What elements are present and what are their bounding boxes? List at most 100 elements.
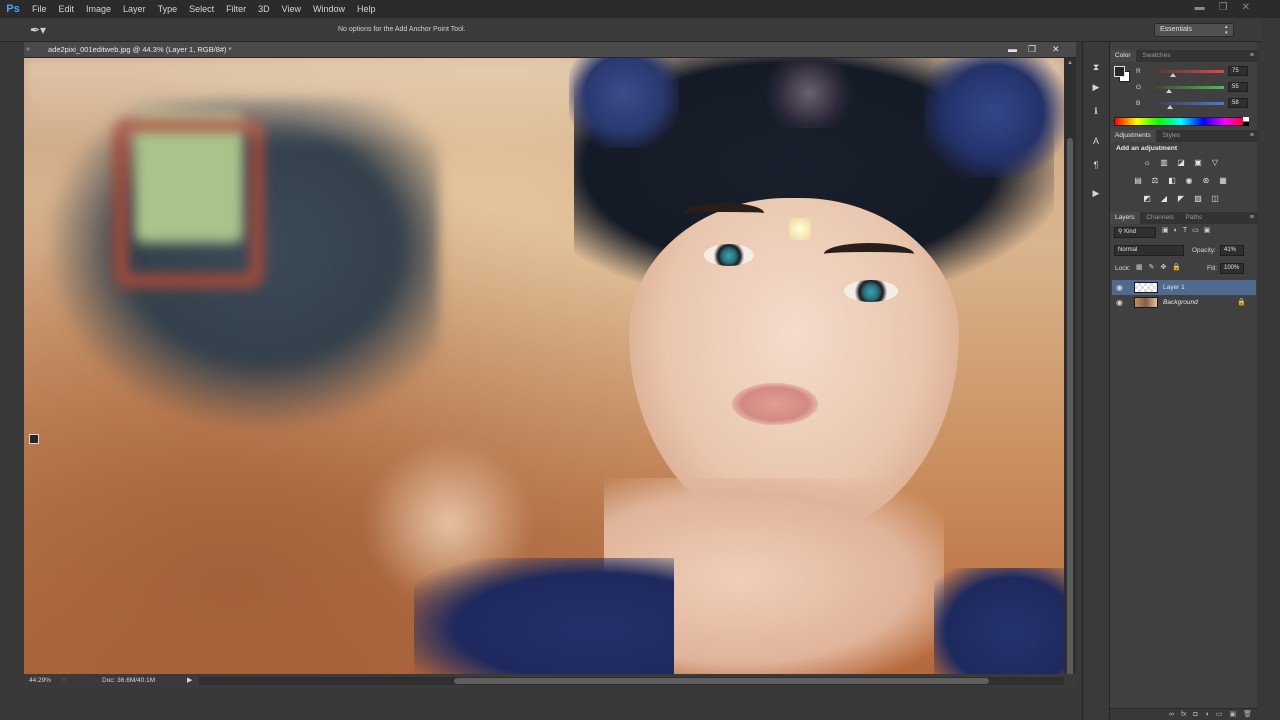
curves-icon[interactable]: ◪ <box>1175 157 1187 168</box>
panel-menu-icon[interactable]: ≡ <box>1250 212 1254 224</box>
color-ramp[interactable] <box>1114 117 1248 126</box>
color-fg-chip[interactable] <box>1114 66 1125 77</box>
blue-track[interactable] <box>1150 102 1224 105</box>
lock-icons[interactable]: ▦✎✥🔒 <box>1136 263 1187 271</box>
exposure-icon[interactable]: ▣ <box>1192 157 1204 168</box>
menu-image[interactable]: Image <box>80 4 117 14</box>
menu-window[interactable]: Window <box>307 4 351 14</box>
pen-icon[interactable]: ✒▾ <box>30 22 58 38</box>
red-slider[interactable]: R 75 <box>1136 66 1256 78</box>
color-balance-icon[interactable]: ⚖ <box>1149 175 1161 186</box>
tab-layers[interactable]: Layers <box>1110 212 1140 224</box>
visibility-eye-icon[interactable]: ◉ <box>1116 280 1123 295</box>
green-value[interactable]: 55 <box>1228 82 1248 92</box>
horizontal-scrollbar[interactable] <box>199 677 1064 685</box>
doc-restore-icon[interactable]: ❐ <box>1028 42 1036 57</box>
green-track[interactable] <box>1150 86 1224 89</box>
red-value[interactable]: 75 <box>1228 66 1248 76</box>
scroll-up-icon[interactable]: ▲ <box>1064 60 1076 66</box>
restore-icon[interactable]: ❐ <box>1219 2 1228 13</box>
green-knob[interactable] <box>1166 89 1172 93</box>
menu-3d[interactable]: 3D <box>252 4 276 14</box>
status-menu-icon[interactable]: ▶ <box>187 674 192 688</box>
close-icon[interactable]: ✕ <box>1242 2 1250 13</box>
red-knob[interactable] <box>1170 73 1176 77</box>
menu-type[interactable]: Type <box>152 4 184 14</box>
foreground-color-swatch[interactable] <box>29 434 39 444</box>
menu-file[interactable]: File <box>26 4 53 14</box>
menu-filter[interactable]: Filter <box>220 4 252 14</box>
add-mask-icon[interactable]: ◘ <box>1193 709 1197 720</box>
layer-kind-filter[interactable]: ⚲ Kind <box>1114 227 1156 238</box>
tab-channels[interactable]: Channels <box>1141 212 1178 224</box>
paragraph-icon[interactable]: ¶ <box>1089 158 1103 172</box>
document-title: ade2pixi_001editweb.jpg @ 44.3% (Layer 1… <box>48 45 232 54</box>
panel-menu-icon[interactable]: ≡ <box>1250 130 1254 142</box>
layer-row[interactable]: ◉ Layer 1 <box>1112 280 1256 295</box>
levels-icon[interactable]: ▥ <box>1158 157 1170 168</box>
menu-edit[interactable]: Edit <box>53 4 81 14</box>
opacity-input[interactable]: 41% <box>1220 245 1244 256</box>
new-adjustment-icon[interactable]: ◑ <box>1205 709 1209 720</box>
photo-filter-icon[interactable]: ◉ <box>1183 175 1195 186</box>
vibrance-icon[interactable]: ▽ <box>1209 157 1221 168</box>
layer-name[interactable]: Background <box>1163 295 1198 310</box>
tab-paths[interactable]: Paths <box>1181 212 1208 224</box>
zoom-reset-icon[interactable]: ◌ <box>62 674 66 688</box>
hue-saturation-icon[interactable]: ▤ <box>1132 175 1144 186</box>
black-white-icon[interactable]: ◧ <box>1166 175 1178 186</box>
red-track[interactable] <box>1150 70 1224 73</box>
zoom-level[interactable]: 44.29% <box>29 674 51 688</box>
dress-right <box>934 568 1064 674</box>
posterize-icon[interactable]: ◢ <box>1158 193 1170 204</box>
doc-minimize-icon[interactable]: ▬ <box>1008 42 1017 57</box>
new-layer-icon[interactable]: ▣ <box>1229 709 1236 720</box>
fill-input[interactable]: 100% <box>1220 263 1244 274</box>
menu-select[interactable]: Select <box>183 4 220 14</box>
vertical-scroll-thumb[interactable] <box>1067 138 1073 678</box>
selective-color-icon[interactable]: ◫ <box>1209 193 1221 204</box>
tool-options-hint: No options for the Add Anchor Point Tool… <box>338 26 466 33</box>
history-icon[interactable]: ⧗ <box>1089 60 1103 74</box>
blend-mode-select[interactable]: Normal <box>1114 245 1184 256</box>
layer-name[interactable]: Layer 1 <box>1163 280 1185 295</box>
info-icon[interactable]: ℹ <box>1089 104 1103 118</box>
menu-layer[interactable]: Layer <box>117 4 152 14</box>
trash-icon[interactable]: 🗑 <box>1243 709 1252 720</box>
vertical-scrollbar[interactable]: ▲ <box>1064 58 1076 678</box>
link-layers-icon[interactable]: ∞ <box>1169 709 1174 720</box>
tab-styles[interactable]: Styles <box>1158 130 1186 142</box>
blue-knob[interactable] <box>1167 105 1173 109</box>
visibility-eye-icon[interactable]: ◉ <box>1116 295 1123 310</box>
tab-swatches[interactable]: Swatches <box>1137 50 1175 62</box>
play-icon[interactable]: ▶ <box>1089 186 1103 200</box>
layer-row[interactable]: ◉ Background 🔒 <box>1112 295 1256 310</box>
character-icon[interactable]: A <box>1089 134 1103 148</box>
channel-mixer-icon[interactable]: ⊛ <box>1200 175 1212 186</box>
brightness-contrast-icon[interactable]: ☼ <box>1141 157 1153 168</box>
invert-icon[interactable]: ◩ <box>1141 193 1153 204</box>
actions-icon[interactable]: ▶ <box>1089 80 1103 94</box>
doc-close-icon[interactable]: ✕ <box>1052 42 1060 57</box>
layer-filter-icons[interactable]: ▣◐T▭▣ <box>1162 226 1215 234</box>
threshold-icon[interactable]: ◤ <box>1175 193 1187 204</box>
horizontal-scroll-thumb[interactable] <box>454 678 989 684</box>
document-tab[interactable]: » ade2pixi_001editweb.jpg @ 44.3% (Layer… <box>24 42 1076 57</box>
panel-menu-icon[interactable]: ≡ <box>1250 50 1254 62</box>
blue-slider[interactable]: B 58 <box>1136 98 1256 110</box>
color-lookup-icon[interactable]: ▦ <box>1217 175 1229 186</box>
blue-value[interactable]: 58 <box>1228 98 1248 108</box>
tab-color[interactable]: Color <box>1110 50 1136 62</box>
gradient-map-icon[interactable]: ▨ <box>1192 193 1204 204</box>
bw-ramp[interactable] <box>1243 117 1249 126</box>
tab-close-icon[interactable]: » <box>26 42 30 57</box>
green-slider[interactable]: G 55 <box>1136 82 1256 94</box>
fx-icon[interactable]: fx <box>1181 709 1186 720</box>
tab-adjustments[interactable]: Adjustments <box>1110 130 1156 142</box>
image-canvas[interactable] <box>24 58 1064 674</box>
new-group-icon[interactable]: ▭ <box>1216 709 1223 720</box>
workspace-select[interactable]: Essentials <box>1154 23 1234 37</box>
menu-view[interactable]: View <box>276 4 307 14</box>
minimize-icon[interactable]: ▬ <box>1195 2 1205 13</box>
menu-help[interactable]: Help <box>351 4 382 14</box>
